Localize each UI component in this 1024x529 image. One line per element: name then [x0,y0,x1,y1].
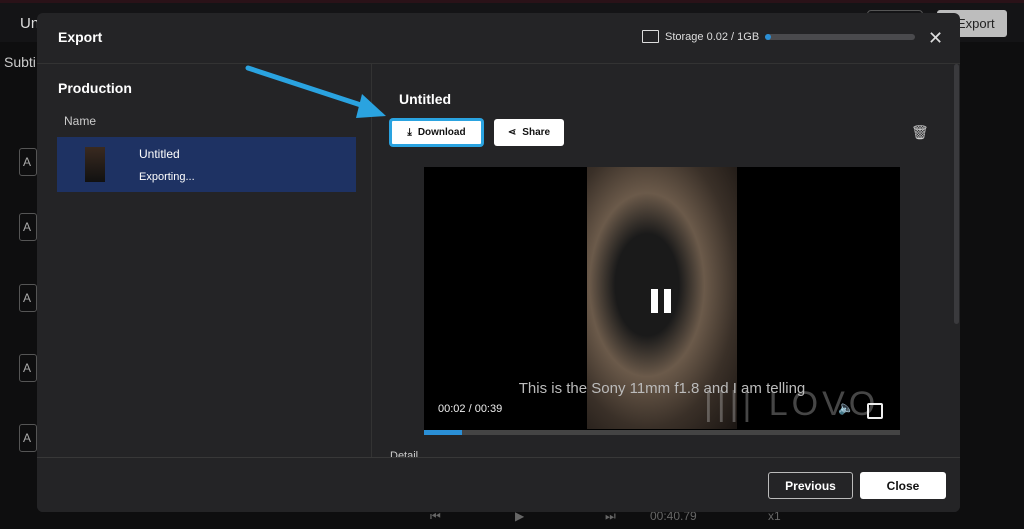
close-icon[interactable]: ✕ [928,28,943,49]
download-icon: ⤓ [407,127,412,138]
fullscreen-icon[interactable] [867,403,883,419]
preview-title: Untitled [399,91,452,107]
production-name: Untitled [139,147,180,161]
subtitles-tab[interactable]: Subti [4,54,36,70]
production-heading: Production [58,80,132,96]
subtitle-item[interactable]: A [19,213,37,241]
preview-panel: Untitled ⤓ Download ⋖ Share 🗑 |||| LOVO … [372,63,960,462]
export-dialog: Export Storage 0.02 / 1GB ✕ Production N… [37,13,960,512]
production-row[interactable]: Untitled Exporting... [57,137,356,192]
scrollbar[interactable] [954,64,959,324]
video-thumbnail [85,147,105,182]
trash-icon[interactable]: 🗑 [911,124,929,141]
previous-button[interactable]: Previous [768,472,853,499]
close-button[interactable]: Close [860,472,946,499]
share-label: Share [522,127,551,138]
dialog-title: Export [58,29,103,45]
dialog-header: Export Storage 0.02 / 1GB ✕ [37,13,960,63]
download-button[interactable]: ⤓ Download [390,119,483,146]
production-panel: Production Name Untitled Exporting... [37,63,372,457]
video-progress-bar[interactable] [424,430,900,435]
video-player[interactable]: |||| LOVO This is the Sony 11mm f1.8 and… [424,167,900,435]
volume-icon[interactable]: 🔈 [838,400,854,416]
video-caption: This is the Sony 11mm f1.8 and I am tell… [518,380,806,397]
subtitle-item[interactable]: A [19,148,37,176]
name-column-header: Name [64,114,97,128]
production-status: Exporting... [139,171,195,183]
subtitle-item[interactable]: A [19,424,37,452]
storage-label: Storage 0.02 / 1GB [665,30,760,43]
share-button[interactable]: ⋖ Share [494,119,564,146]
dialog-footer: Previous Close [37,457,960,512]
folder-icon [642,30,659,43]
pause-icon[interactable] [651,289,671,313]
storage-indicator: Storage 0.02 / 1GB [642,30,916,43]
storage-bar [765,33,916,40]
subtitle-item[interactable]: A [19,284,37,312]
download-label: Download [417,127,466,138]
subtitle-item[interactable]: A [19,354,37,382]
video-time: 00:02 / 00:39 [438,403,503,415]
share-icon: ⋖ [507,127,517,138]
